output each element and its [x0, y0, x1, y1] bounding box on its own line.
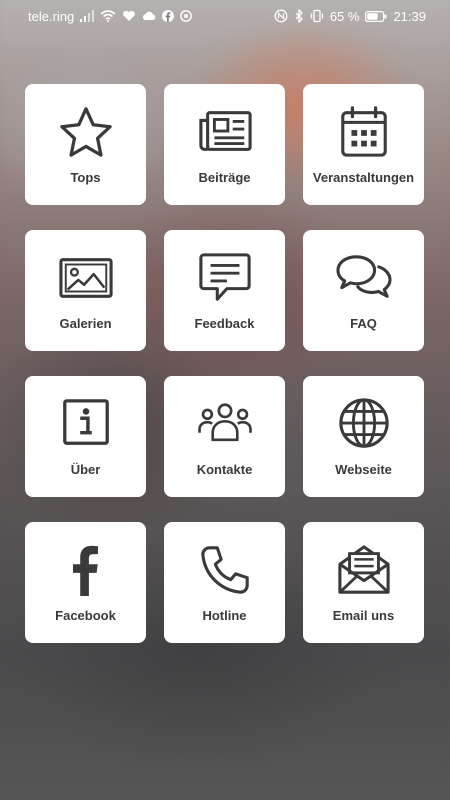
- tile-label: Galerien: [59, 316, 112, 331]
- phone-icon: [195, 542, 255, 598]
- clock: 21:39: [393, 8, 426, 24]
- tile-label: Tops: [70, 170, 101, 185]
- tile-label: Feedback: [194, 316, 255, 331]
- newspaper-icon: [195, 104, 255, 160]
- tile-feedback[interactable]: Feedback: [164, 230, 285, 351]
- signal-icon: [80, 10, 95, 22]
- globe-icon: [334, 396, 394, 452]
- info-icon: [56, 396, 116, 452]
- tile-tops[interactable]: Tops: [25, 84, 146, 205]
- tile-label: Veranstaltungen: [312, 170, 415, 185]
- status-bar-right: 65 % 21:39: [274, 9, 426, 24]
- tile-label: Hotline: [202, 608, 247, 623]
- tile-kontakte[interactable]: Kontakte: [164, 376, 285, 497]
- app-screen: tele.ring 65 % 21:39 Tops Beiträge Veran…: [0, 0, 450, 800]
- image-icon: [56, 250, 116, 306]
- star-icon: [56, 104, 116, 160]
- tile-faq[interactable]: FAQ: [303, 230, 424, 351]
- tile-facebook[interactable]: Facebook: [25, 522, 146, 643]
- message-icon: [195, 250, 255, 306]
- chat-bubbles-icon: [334, 250, 394, 306]
- bluetooth-icon: [294, 9, 304, 23]
- tile-label: Kontakte: [196, 462, 253, 477]
- status-bar-left: tele.ring: [28, 8, 193, 24]
- cloud-icon: [142, 11, 156, 21]
- tile-beitraege[interactable]: Beiträge: [164, 84, 285, 205]
- envelope-icon: [334, 542, 394, 598]
- tile-label: Beiträge: [198, 170, 251, 185]
- tile-ueber[interactable]: Über: [25, 376, 146, 497]
- tile-label: FAQ: [350, 316, 377, 331]
- menu-grid: Tops Beiträge Veranstaltungen Galerien F…: [25, 84, 425, 643]
- tile-label: Über: [70, 462, 101, 477]
- tile-label: Facebook: [55, 608, 116, 623]
- wifi-icon: [100, 10, 116, 22]
- tile-email[interactable]: Email uns: [303, 522, 424, 643]
- status-bar: tele.ring 65 % 21:39: [0, 0, 450, 32]
- battery-percent: 65 %: [329, 8, 360, 24]
- tile-label: Webseite: [335, 462, 392, 477]
- tile-webseite[interactable]: Webseite: [303, 376, 424, 497]
- tile-veranstaltungen[interactable]: Veranstaltungen: [303, 84, 424, 205]
- contacts-icon: [195, 396, 255, 452]
- calendar-icon: [334, 104, 394, 160]
- facebook-icon: [56, 542, 116, 598]
- battery-icon: [365, 10, 387, 22]
- tile-hotline[interactable]: Hotline: [164, 522, 285, 643]
- carrier-name: tele.ring: [28, 8, 75, 24]
- tile-galerien[interactable]: Galerien: [25, 230, 146, 351]
- vibrate-icon: [310, 9, 324, 23]
- nfc-icon: [274, 9, 288, 23]
- facebook-icon: [162, 10, 175, 22]
- vpn-icon: [180, 10, 193, 22]
- heart-icon: [122, 10, 136, 22]
- tile-label: Email uns: [332, 608, 395, 623]
